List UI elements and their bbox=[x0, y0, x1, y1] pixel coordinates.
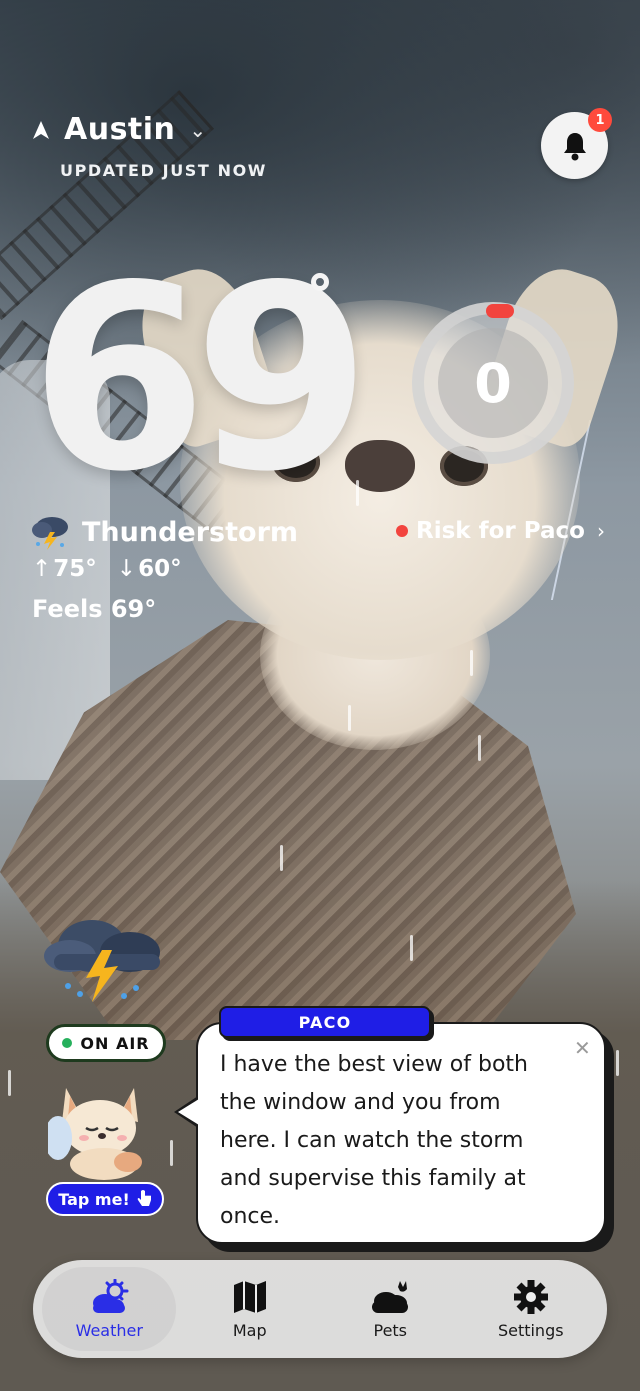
arrow-up-icon: ↑ bbox=[32, 556, 52, 582]
low-temp: ↓60° bbox=[117, 556, 182, 582]
tap-me-label: Tap me! bbox=[58, 1189, 130, 1209]
risk-dot bbox=[396, 525, 408, 537]
city-selector[interactable]: Austin ⌄ bbox=[32, 112, 267, 147]
city-name: Austin bbox=[64, 112, 176, 147]
tab-weather[interactable]: Weather bbox=[42, 1267, 177, 1351]
on-air-badge: ON AIR bbox=[46, 1024, 166, 1062]
updated-status: UPDATED JUST NOW bbox=[60, 161, 268, 180]
pet-avatar[interactable] bbox=[48, 1070, 152, 1180]
location-header: Austin ⌄ UPDATED JUST NOW bbox=[32, 112, 267, 180]
chevron-down-icon: ⌄ bbox=[189, 117, 207, 142]
high-low: ↑75° ↓60° bbox=[32, 556, 182, 582]
pet-risk-link[interactable]: Risk for Paco › bbox=[396, 518, 605, 544]
high-value: 75° bbox=[53, 556, 97, 582]
tab-label: Weather bbox=[75, 1320, 143, 1340]
speaker-name-tag: PACO bbox=[219, 1006, 431, 1038]
raindrop bbox=[8, 1070, 11, 1096]
thunderstorm-icon bbox=[32, 517, 68, 550]
tab-label: Settings bbox=[497, 1320, 564, 1340]
weather-icon bbox=[93, 1278, 129, 1313]
tab-map[interactable]: Map bbox=[183, 1267, 317, 1351]
tap-me-button[interactable]: Tap me! bbox=[46, 1182, 164, 1216]
close-icon[interactable]: ✕ bbox=[574, 1036, 591, 1060]
raindrop bbox=[348, 705, 351, 731]
raindrop bbox=[470, 650, 473, 676]
raindrop bbox=[410, 935, 413, 961]
tab-settings[interactable]: Settings bbox=[464, 1267, 598, 1351]
condition-row: Thunderstorm bbox=[30, 514, 298, 550]
speech-bubble: I have the best view of both the window … bbox=[196, 1022, 606, 1244]
hand-pointer-icon bbox=[137, 1190, 151, 1206]
feels-like: Feels 69° bbox=[32, 595, 157, 623]
raindrop bbox=[616, 1050, 619, 1076]
speech-bubble-tail-fill bbox=[178, 1099, 199, 1125]
low-value: 60° bbox=[138, 556, 182, 582]
pets-icon bbox=[372, 1280, 409, 1313]
chevron-right-icon: › bbox=[596, 519, 605, 543]
tab-label: Pets bbox=[373, 1320, 408, 1340]
raindrop bbox=[170, 1140, 173, 1166]
live-dot bbox=[62, 1038, 73, 1048]
risk-gauge[interactable]: 0 bbox=[412, 302, 574, 464]
on-air-label: ON AIR bbox=[80, 1033, 150, 1053]
risk-value: 0 bbox=[474, 351, 512, 415]
degree-symbol bbox=[311, 273, 329, 291]
storm-cloud-icon bbox=[44, 920, 160, 1002]
current-temperature: 69 bbox=[30, 231, 371, 528]
risk-label: Risk for Paco bbox=[416, 518, 585, 544]
bell-icon bbox=[563, 132, 586, 160]
high-temp: ↑75° bbox=[32, 556, 97, 582]
condition-text: Thunderstorm bbox=[82, 516, 299, 548]
arrow-down-icon: ↓ bbox=[116, 556, 137, 582]
raindrop bbox=[280, 845, 283, 871]
risk-gauge-indicator bbox=[486, 304, 514, 318]
speech-message: I have the best view of both the window … bbox=[220, 1052, 528, 1229]
map-icon bbox=[233, 1280, 266, 1313]
tab-label: Map bbox=[232, 1320, 267, 1340]
settings-icon bbox=[513, 1279, 548, 1314]
notification-badge: 1 bbox=[588, 108, 612, 132]
tab-pets[interactable]: Pets bbox=[323, 1267, 457, 1351]
bottom-tab-bar: Weather Map Pets Settings bbox=[33, 1260, 607, 1358]
risk-gauge-inner: 0 bbox=[438, 328, 548, 438]
raindrop bbox=[478, 735, 481, 761]
location-arrow-icon bbox=[32, 120, 50, 140]
